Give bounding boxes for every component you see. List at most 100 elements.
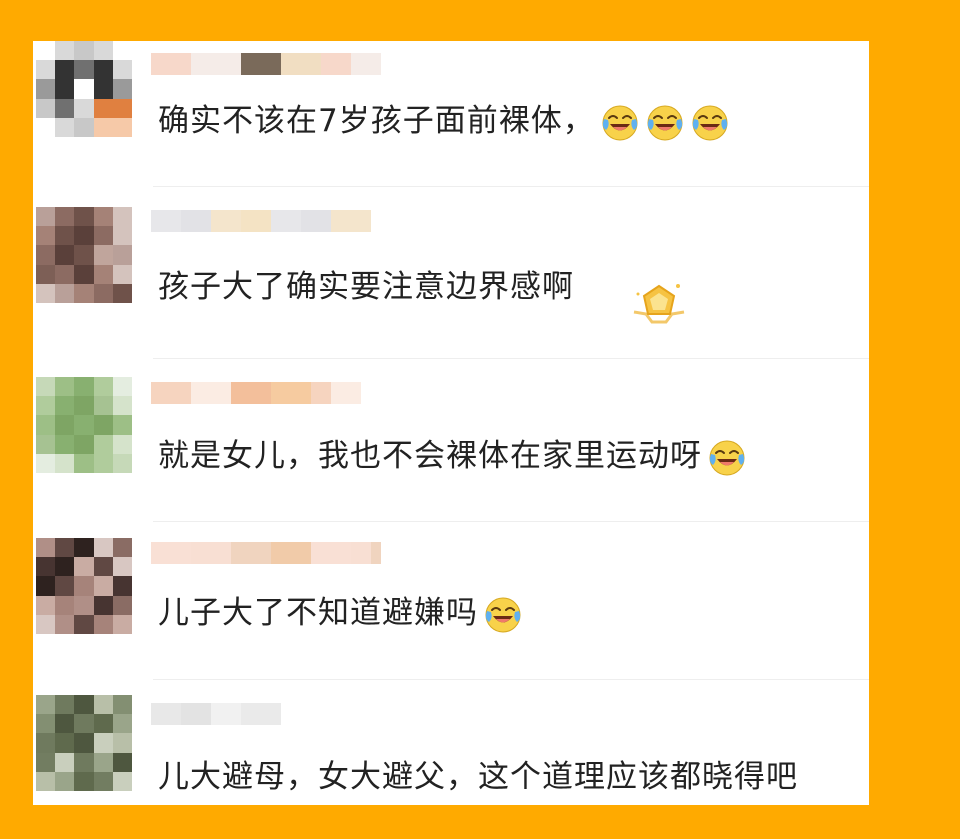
avatar-pixel <box>55 434 75 454</box>
avatar-pixel <box>112 264 132 284</box>
avatar-pixel <box>36 245 56 265</box>
username-blur-segment <box>241 210 271 232</box>
avatar-pixel <box>55 752 75 772</box>
username-blurred[interactable] <box>151 210 381 232</box>
avatar-pixel <box>74 79 94 99</box>
comment-item[interactable]: 儿子大了不知道避嫌吗 <box>33 534 869 680</box>
avatar-pixel <box>93 714 113 734</box>
avatar-pixel <box>93 557 113 577</box>
comment-item[interactable]: 就是女儿，我也不会裸体在家里运动呀 <box>33 374 869 522</box>
avatar-pixel <box>112 557 132 577</box>
username-blur-segment <box>231 542 271 564</box>
avatar-pixel <box>55 226 75 246</box>
avatar-pixel <box>55 614 75 634</box>
avatar-pixel <box>74 614 94 634</box>
username-blur-segment <box>151 382 191 404</box>
avatar-pixel <box>74 60 94 80</box>
avatar-pixel <box>112 60 132 80</box>
avatar-pixel <box>55 576 75 596</box>
avatar-pixel <box>74 557 94 577</box>
avatar-pixel <box>36 79 56 99</box>
avatar[interactable] <box>36 377 132 473</box>
divider <box>153 521 869 522</box>
username-blur-segment <box>191 542 231 564</box>
avatar-pixel <box>112 41 132 61</box>
avatar[interactable] <box>36 538 132 634</box>
avatar-pixel <box>36 614 56 634</box>
avatar-pixel <box>36 396 56 416</box>
comment-text: 就是女儿，我也不会裸体在家里运动呀 <box>158 430 747 478</box>
avatar-pixel <box>112 79 132 99</box>
comment-text-content: 确实不该在7岁孩子面前裸体， <box>158 103 595 139</box>
avatar-pixel <box>36 41 56 61</box>
avatar-pixel <box>36 733 56 753</box>
avatar-pixel <box>36 264 56 284</box>
username-blurred[interactable] <box>151 53 381 75</box>
avatar-pixel <box>93 264 113 284</box>
avatar-pixel <box>55 283 75 303</box>
avatar-pixel <box>36 557 56 577</box>
comment-item[interactable]: 确实不该在7岁孩子面前裸体， <box>33 41 869 187</box>
avatar-pixel <box>36 434 56 454</box>
avatar-pixel <box>93 377 113 397</box>
avatar-pixel <box>112 714 132 734</box>
avatar-pixel <box>74 714 94 734</box>
avatar-pixel <box>93 771 113 791</box>
avatar-pixel <box>55 595 75 615</box>
avatar-pixel <box>74 415 94 435</box>
avatar-pixel <box>74 117 94 137</box>
username-blurred[interactable] <box>151 703 281 725</box>
username-blurred[interactable] <box>151 542 381 564</box>
comment-text-content: 就是女儿，我也不会裸体在家里运动呀 <box>158 438 702 474</box>
avatar-pixel <box>74 771 94 791</box>
avatar-pixel <box>112 576 132 596</box>
avatar-pixel <box>93 245 113 265</box>
avatar-pixel <box>36 538 56 558</box>
avatar-pixel <box>36 453 56 473</box>
laughing-crying-icon <box>595 103 640 140</box>
avatar-pixel <box>93 41 113 61</box>
divider <box>153 358 869 359</box>
avatar-pixel <box>93 595 113 615</box>
username-blur-segment <box>311 382 331 404</box>
avatar-pixel <box>74 595 94 615</box>
avatar-pixel <box>112 595 132 615</box>
avatar-pixel <box>93 98 113 118</box>
comment-item[interactable]: 儿大避母，女大避父，这个道理应该都晓得吧 <box>33 693 869 805</box>
avatar-pixel <box>112 396 132 416</box>
username-blur-segment <box>151 703 181 725</box>
username-blur-segment <box>211 210 241 232</box>
avatar-pixel <box>55 396 75 416</box>
avatar-pixel <box>93 576 113 596</box>
avatar-pixel <box>74 264 94 284</box>
avatar-pixel <box>55 79 75 99</box>
username-blur-segment <box>321 53 351 75</box>
avatar-pixel <box>36 771 56 791</box>
avatar-pixel <box>74 752 94 772</box>
avatar[interactable] <box>36 207 132 303</box>
avatar-pixel <box>55 538 75 558</box>
avatar-pixel <box>36 752 56 772</box>
avatar-pixel <box>112 614 132 634</box>
avatar-pixel <box>112 117 132 137</box>
divider <box>153 679 869 680</box>
avatar-pixel <box>112 283 132 303</box>
avatar-pixel <box>112 695 132 715</box>
avatar[interactable] <box>36 41 132 137</box>
avatar[interactable] <box>36 695 132 791</box>
username-blurred[interactable] <box>151 382 381 404</box>
avatar-pixel <box>93 79 113 99</box>
username-blur-segment <box>231 382 271 404</box>
avatar-pixel <box>55 98 75 118</box>
comment-text: 确实不该在7岁孩子面前裸体， <box>158 95 730 143</box>
username-blur-segment <box>331 210 371 232</box>
avatar-pixel <box>36 226 56 246</box>
avatar-pixel <box>74 434 94 454</box>
laughing-crying-icon <box>478 595 523 632</box>
username-blur-segment <box>241 703 281 725</box>
avatar-pixel <box>74 226 94 246</box>
comment-item[interactable]: 孩子大了确实要注意边界感啊 <box>33 205 869 359</box>
username-blur-segment <box>241 53 281 75</box>
avatar-pixel <box>93 752 113 772</box>
comment-text-content: 儿大避母，女大避父，这个道理应该都晓得吧 <box>158 759 798 795</box>
